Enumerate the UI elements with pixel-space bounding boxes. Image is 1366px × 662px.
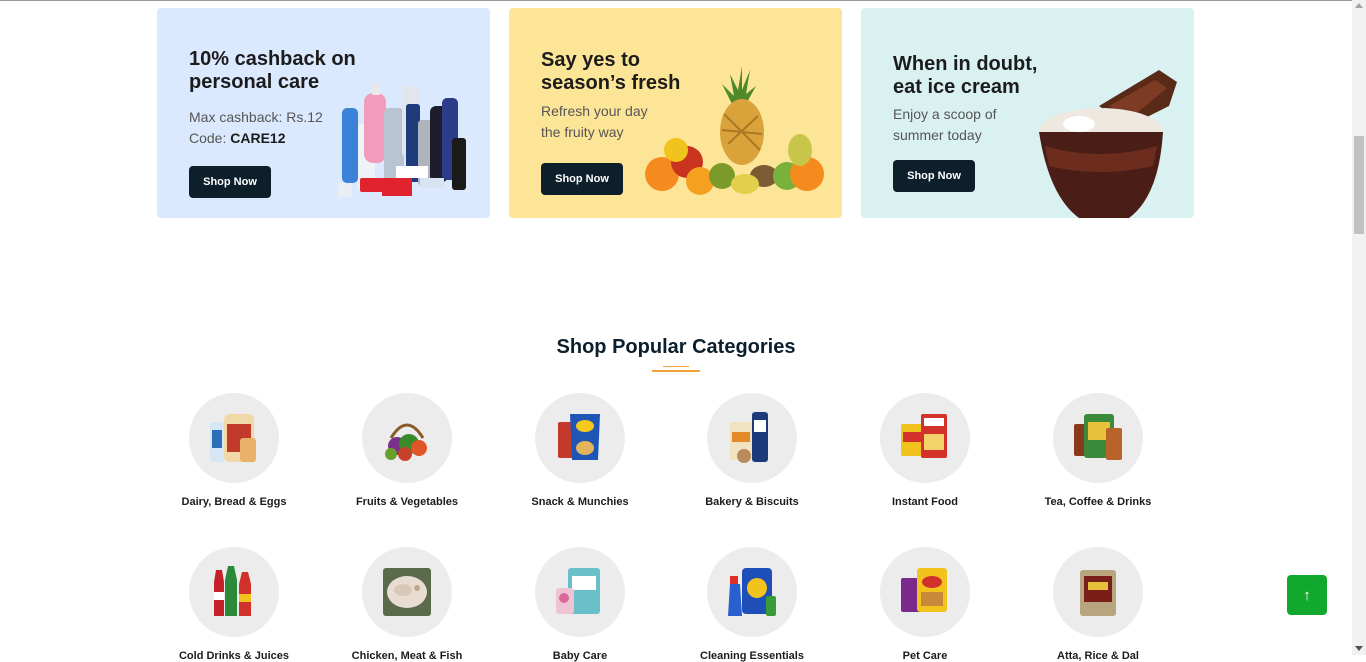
category-label: Instant Food (892, 496, 958, 508)
scroll-to-top-button[interactable]: ↑ (1287, 575, 1327, 615)
category-cold-drinks-juices[interactable]: Cold Drinks & Juices (154, 547, 314, 662)
category-image (189, 547, 279, 637)
fruits-image (645, 66, 824, 195)
coupon-code: CARE12 (230, 130, 286, 146)
category-label: Snack & Munchies (531, 496, 629, 508)
personal-care-products-image (338, 83, 466, 197)
banner-subtitle: Enjoy a scoop of summer today (893, 106, 997, 143)
shop-now-button[interactable]: Shop Now (189, 166, 271, 198)
shop-now-button[interactable]: Shop Now (893, 160, 975, 192)
biscuit-icon (730, 412, 768, 463)
category-bakery-biscuits[interactable]: Bakery & Biscuits (672, 393, 832, 508)
bottles-icon (214, 566, 251, 616)
category-image (1053, 547, 1143, 637)
category-label: Chicken, Meat & Fish (351, 650, 463, 662)
category-dairy-bread-eggs[interactable]: Dairy, Bread & Eggs (154, 393, 314, 508)
instant-food-icon (901, 414, 947, 458)
category-snack-munchies[interactable]: Snack & Munchies (500, 393, 660, 508)
category-image (535, 393, 625, 483)
fish-icon (383, 568, 431, 616)
category-label: Baby Care (552, 650, 608, 662)
diaper-icon (556, 568, 600, 614)
pet-food-icon (901, 568, 947, 612)
shop-now-button[interactable]: Shop Now (541, 163, 623, 195)
page-top-border (0, 0, 1352, 1)
banner-title: When in doubt, eat ice cream (893, 53, 1038, 98)
category-chicken-meat-fish[interactable]: Chicken, Meat & Fish (327, 547, 487, 662)
title-underline (652, 370, 700, 372)
category-image (362, 547, 452, 637)
scrollbar-thumb[interactable] (1354, 136, 1364, 234)
bread-icon (210, 414, 256, 462)
page-scrollbar[interactable] (1352, 0, 1366, 655)
code-label: Code: (189, 130, 231, 146)
category-label: Dairy, Bread & Eggs (181, 496, 287, 508)
title-underline-top (663, 366, 689, 367)
category-label: Pet Care (902, 650, 948, 662)
detergent-icon (728, 568, 776, 616)
category-image (189, 393, 279, 483)
banner-subtitle: Refresh your day the fruity way (541, 103, 648, 140)
banner-title: 10% cashback on personal care (189, 48, 356, 93)
category-baby-care[interactable]: Baby Care (500, 547, 660, 662)
category-pet-care[interactable]: Pet Care (845, 547, 1005, 662)
category-label: Fruits & Vegetables (355, 496, 459, 508)
category-image (707, 393, 797, 483)
banner-subtitle: Max cashback: Rs.12 (189, 109, 323, 125)
banner-fresh-fruits[interactable]: Say yes to season’s fresh Refresh your d… (509, 8, 842, 218)
banner-code: Code: CARE12 (189, 128, 286, 149)
ice-cream-image (1039, 70, 1177, 218)
banner-ice-cream[interactable]: When in doubt, eat ice cream Enjoy a sco… (861, 8, 1194, 218)
banner-personal-care[interactable]: 10% cashback on personal care Max cashba… (157, 8, 490, 218)
category-fruits-vegetables[interactable]: Fruits & Vegetables (327, 393, 487, 508)
chips-icon (558, 414, 600, 460)
category-image (1053, 393, 1143, 483)
category-label: Tea, Coffee & Drinks (1044, 496, 1152, 508)
scroll-down-arrow-icon[interactable] (1355, 646, 1363, 651)
category-image (707, 547, 797, 637)
veg-basket-icon (385, 423, 427, 461)
category-label: Bakery & Biscuits (705, 496, 799, 508)
category-cleaning-essentials[interactable]: Cleaning Essentials (672, 547, 832, 662)
tea-icon (1074, 414, 1122, 460)
category-image (362, 393, 452, 483)
category-image (535, 547, 625, 637)
category-instant-food[interactable]: Instant Food (845, 393, 1005, 508)
category-tea-coffee-drinks[interactable]: Tea, Coffee & Drinks (1018, 393, 1178, 508)
category-label: Cold Drinks & Juices (178, 650, 290, 662)
category-label: Atta, Rice & Dal (1057, 650, 1139, 662)
category-atta-rice-dal[interactable]: Atta, Rice & Dal (1018, 547, 1178, 662)
section-title: Shop Popular Categories (556, 336, 796, 358)
rice-bag-icon (1080, 570, 1116, 616)
category-image (880, 547, 970, 637)
category-label: Cleaning Essentials (700, 650, 804, 662)
category-image (880, 393, 970, 483)
scroll-up-arrow-icon[interactable] (1355, 3, 1363, 8)
